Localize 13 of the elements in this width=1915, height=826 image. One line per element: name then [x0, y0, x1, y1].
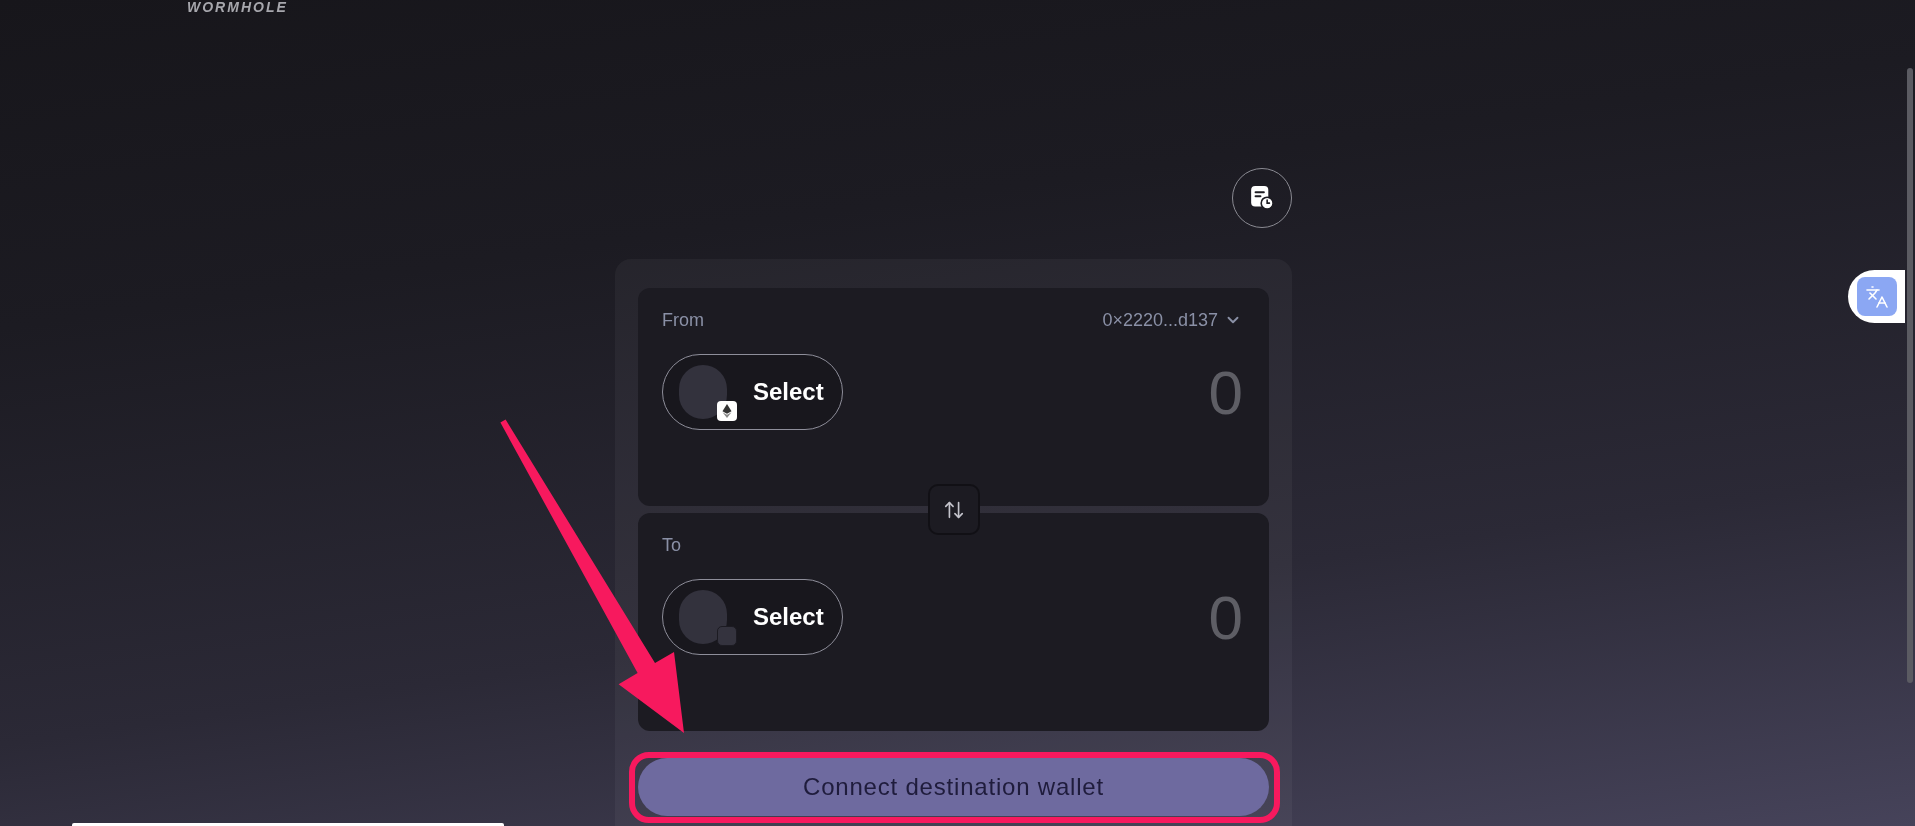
wallet-address-dropdown[interactable]: 0×2220...d137: [1102, 309, 1245, 331]
card-label: From: [662, 309, 704, 331]
translate-button[interactable]: [1848, 270, 1905, 323]
card-label: To: [662, 534, 681, 556]
amount-input[interactable]: 0: [1025, 355, 1245, 429]
document-clock-icon: [1250, 186, 1274, 210]
scrollbar-thumb[interactable]: [1907, 68, 1913, 683]
translate-icon: [1857, 277, 1897, 316]
token-select-button[interactable]: Select: [662, 579, 843, 655]
amount-input[interactable]: 0: [1025, 580, 1245, 654]
swap-button[interactable]: [927, 484, 980, 535]
token-select-button[interactable]: Select: [662, 354, 843, 430]
logo-wordmark: WORMHOLE: [187, 0, 288, 14]
